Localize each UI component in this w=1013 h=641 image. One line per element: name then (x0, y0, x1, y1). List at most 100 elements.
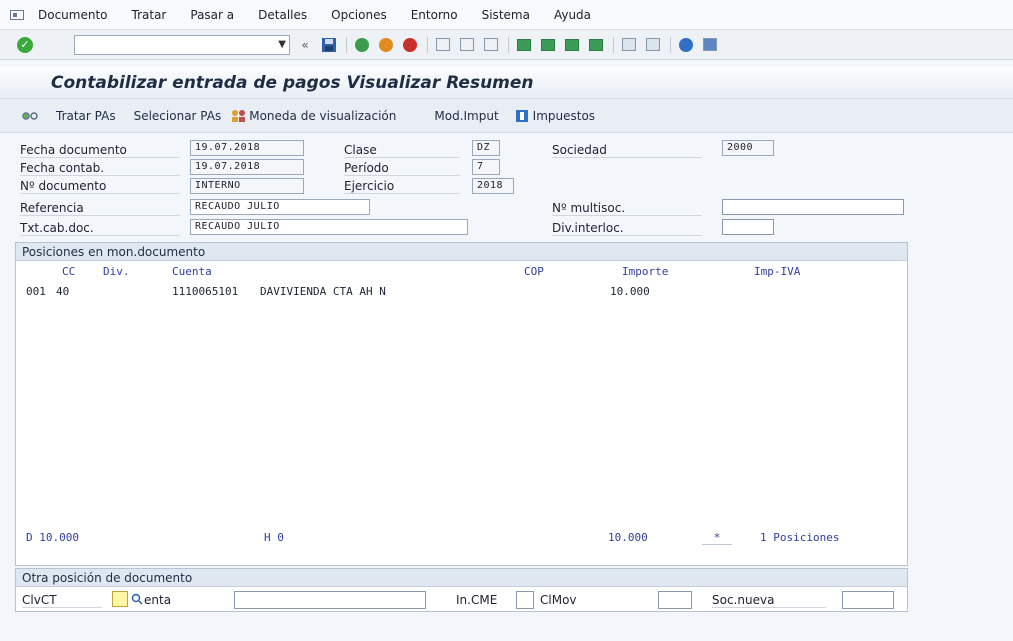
seleccionar-pas-button[interactable]: Selecionar PAs (130, 105, 226, 127)
toolbar-separator (346, 36, 347, 53)
row-cuenta: 1110065101 (172, 285, 239, 298)
system-menu-icon[interactable] (10, 9, 24, 20)
div-interloc-field[interactable] (722, 219, 774, 235)
cancel-icon[interactable] (401, 36, 419, 54)
row-div: 40 (56, 285, 70, 298)
next-page-icon[interactable] (563, 36, 581, 54)
chevron-down-icon[interactable]: ▼ (278, 39, 286, 50)
soc-nueva-label: Soc.nueva (712, 593, 826, 608)
mod-imput-button[interactable]: Mod.Imput (430, 105, 502, 127)
other-position-row: ClvCT enta In.CME ClMov Soc.nueva (16, 589, 907, 611)
total-haber: H 0 (264, 531, 284, 544)
col-cuenta: Cuenta (172, 265, 212, 278)
mod-imput-label: Mod.Imput (434, 108, 499, 123)
ejercicio-label: Ejercicio (344, 179, 460, 194)
search-icon[interactable] (131, 593, 143, 605)
sociedad-field[interactable]: 2000 (722, 140, 774, 156)
no-documento-label: Nº documento (20, 179, 180, 194)
fecha-contab-field[interactable]: 19.07.2018 (190, 159, 304, 175)
clvct-label: ClvCT (22, 593, 102, 608)
txt-cab-doc-field[interactable]: RECAUDO JULIO (190, 219, 468, 235)
col-div: Div. (103, 265, 130, 278)
positions-title: Posiciones en mon.documento (16, 243, 907, 261)
other-position-title: Otra posición de documento (16, 569, 907, 587)
collapse-icon[interactable]: « (296, 36, 314, 54)
posiciones-count: 1 Posiciones (760, 531, 840, 544)
toolbar-separator (508, 36, 509, 53)
tratar-pas-label: Tratar PAs (56, 108, 116, 123)
help-icon[interactable] (677, 36, 695, 54)
referencia-field[interactable]: RECAUDO JULIO (190, 199, 370, 215)
col-importe: Importe (622, 265, 669, 278)
print-icon[interactable] (434, 36, 452, 54)
command-field[interactable]: ▼ (74, 34, 290, 55)
col-cc: CC (62, 265, 76, 278)
menu-ayuda[interactable]: Ayuda (554, 8, 591, 22)
menu-documento[interactable]: Documento (38, 8, 108, 22)
fecha-documento-field[interactable]: 19.07.2018 (190, 140, 304, 156)
cuenta-label: enta (144, 593, 172, 607)
find-icon[interactable] (458, 36, 476, 54)
other-position-group: Otra posición de documento ClvCT enta In… (15, 568, 908, 612)
enter-icon[interactable]: ✓ (17, 36, 33, 53)
moneda-visualizacion-button[interactable]: Moneda de visualización (227, 105, 400, 127)
clase-label: Clase (344, 143, 460, 158)
in-cme-label: In.CME (456, 593, 498, 607)
save-icon[interactable] (320, 36, 338, 54)
multisoc-label: Nº multisoc. (552, 201, 702, 216)
title-bar: Contabilizar entrada de pagos Visualizar… (0, 67, 1013, 99)
standard-toolbar: ✓ ▼ « (0, 30, 1013, 60)
menu-tratar[interactable]: Tratar (132, 8, 167, 22)
layout-icon[interactable] (701, 36, 719, 54)
col-imp-iva: Imp-IVA (754, 265, 801, 278)
impuestos-button[interactable]: Impuestos (511, 105, 599, 127)
total-importe: 10.000 (608, 531, 648, 544)
total-debe: D 10.000 (26, 531, 79, 544)
document-header: Fecha documento Fecha contab. Nº documen… (0, 133, 1013, 243)
create-session-icon[interactable] (620, 36, 638, 54)
positions-group: Posiciones en mon.documento CC Div. Cuen… (15, 242, 908, 566)
soc-nueva-field[interactable] (842, 591, 894, 609)
sociedad-label: Sociedad (552, 143, 702, 158)
application-toolbar: Tratar PAs Selecionar PAs Moneda de visu… (0, 99, 1013, 133)
total-marker: * (702, 531, 732, 545)
prev-page-icon[interactable] (539, 36, 557, 54)
menu-bar: Documento Tratar Pasar a Detalles Opcion… (0, 0, 1013, 30)
multisoc-field[interactable] (722, 199, 904, 215)
clmov-label: ClMov (540, 593, 577, 607)
periodo-field[interactable]: 7 (472, 159, 500, 175)
menu-detalles[interactable]: Detalles (258, 8, 307, 22)
ejercicio-field[interactable]: 2018 (472, 178, 514, 194)
fecha-contab-label: Fecha contab. (20, 161, 180, 176)
row-importe: 10.000 (610, 285, 650, 298)
toolbar-separator (427, 36, 428, 53)
clmov-field[interactable] (658, 591, 692, 609)
toolbar-separator (613, 36, 614, 53)
shortcut-icon[interactable] (644, 36, 662, 54)
first-page-icon[interactable] (515, 36, 533, 54)
in-cme-field[interactable] (516, 591, 534, 609)
clase-field[interactable]: DZ (472, 140, 500, 156)
referencia-label: Referencia (20, 201, 180, 216)
find-next-icon[interactable] (482, 36, 500, 54)
row-desc: DAVIVIENDA CTA AH N (260, 285, 386, 298)
col-cop: COP (524, 265, 544, 278)
menu-pasar-a[interactable]: Pasar a (190, 8, 234, 22)
div-interloc-label: Div.interloc. (552, 221, 702, 236)
cuenta-field[interactable] (234, 591, 426, 609)
no-documento-field[interactable]: INTERNO (190, 178, 304, 194)
txt-cab-doc-label: Txt.cab.doc. (20, 221, 180, 236)
last-page-icon[interactable] (587, 36, 605, 54)
menu-opciones[interactable]: Opciones (331, 8, 387, 22)
moneda-visualizacion-label: Moneda de visualización (249, 108, 397, 123)
row-cc: 001 (26, 285, 46, 298)
tratar-pas-button[interactable]: Tratar PAs (18, 105, 120, 127)
tax-icon (515, 109, 528, 122)
menu-sistema[interactable]: Sistema (482, 8, 530, 22)
periodo-label: Período (344, 161, 460, 176)
back-icon[interactable] (353, 36, 371, 54)
page-title: Contabilizar entrada de pagos Visualizar… (51, 73, 534, 93)
exit-icon[interactable] (377, 36, 395, 54)
clvct-field[interactable] (112, 591, 128, 607)
menu-entorno[interactable]: Entorno (411, 8, 458, 22)
